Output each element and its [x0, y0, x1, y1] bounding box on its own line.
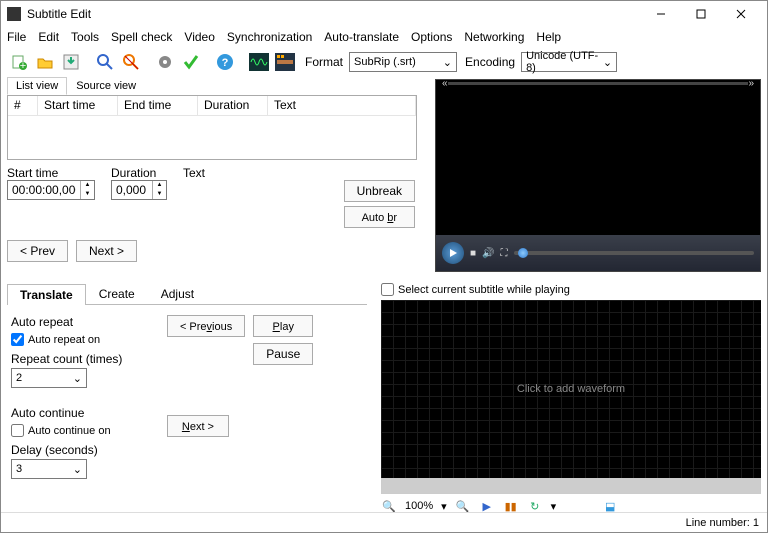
edit-row: Start time ▲▼ Duration ▲▼ Text Unbreak A…	[1, 160, 421, 234]
menu-autotranslate[interactable]: Auto-translate	[324, 30, 399, 44]
volume-icon[interactable]: 🔊	[482, 248, 494, 259]
waveform-placeholder: Click to add waveform	[517, 383, 625, 395]
menu-options[interactable]: Options	[411, 30, 452, 44]
menu-sync[interactable]: Synchronization	[227, 30, 312, 44]
start-time-input[interactable]: ▲▼	[7, 180, 95, 200]
lower-panel: Translate Create Adjust Auto repeat Auto…	[7, 283, 367, 489]
tab-source-view[interactable]: Source view	[67, 77, 145, 95]
titlebar: Subtitle Edit	[1, 1, 767, 27]
menu-edit[interactable]: Edit	[38, 30, 59, 44]
help-icon[interactable]: ?	[213, 50, 237, 74]
check-icon[interactable]	[179, 50, 203, 74]
app-title: Subtitle Edit	[27, 7, 641, 21]
menu-video[interactable]: Video	[184, 30, 214, 44]
encoding-label: Encoding	[465, 55, 515, 69]
video-icon[interactable]	[273, 50, 297, 74]
tab-adjust[interactable]: Adjust	[148, 283, 207, 304]
waveform-area: Select current subtitle while playing Cl…	[381, 283, 761, 518]
maximize-button[interactable]	[681, 1, 721, 27]
menu-spellcheck[interactable]: Spell check	[111, 30, 172, 44]
start-time-field[interactable]	[8, 181, 80, 199]
autobr-button[interactable]: Auto br	[344, 206, 415, 228]
video-player[interactable]: «» ■ 🔊 ⛶	[435, 79, 761, 272]
tab-create[interactable]: Create	[86, 283, 148, 304]
col-end[interactable]: End time	[118, 96, 198, 115]
waveform-icon[interactable]	[247, 50, 271, 74]
seek-bar[interactable]	[514, 251, 755, 255]
duration-label: Duration	[111, 166, 167, 180]
line-number: Line number: 1	[686, 517, 759, 529]
format-combo[interactable]: SubRip (.srt) ⌄	[349, 52, 457, 72]
duration-input[interactable]: ▲▼	[111, 180, 167, 200]
auto-repeat-heading: Auto repeat	[11, 315, 147, 329]
subtitle-list[interactable]: # Start time End time Duration Text	[7, 95, 417, 160]
prev-button[interactable]: < Prev	[7, 240, 68, 262]
menu-networking[interactable]: Networking	[464, 30, 524, 44]
next-button[interactable]: Next >	[76, 240, 137, 262]
minimize-button[interactable]	[641, 1, 681, 27]
list-header: # Start time End time Duration Text	[8, 96, 416, 116]
encoding-value: Unicode (UTF-8)	[526, 50, 603, 74]
translate-play-button[interactable]: Play	[253, 315, 313, 337]
close-button[interactable]	[721, 1, 761, 27]
translate-next-button[interactable]: Next >	[167, 415, 229, 437]
stop-icon[interactable]: ■	[470, 248, 476, 259]
find-icon[interactable]	[93, 50, 117, 74]
video-controls: ■ 🔊 ⛶	[436, 235, 760, 271]
open-file-icon[interactable]	[33, 50, 57, 74]
chevron-down-icon: ⌄	[603, 56, 612, 69]
svg-text:?: ?	[222, 57, 229, 69]
tab-translate[interactable]: Translate	[7, 284, 86, 305]
save-icon[interactable]	[59, 50, 83, 74]
waveform-scrollbar[interactable]	[381, 478, 761, 494]
zoom-value: 100%	[405, 500, 433, 512]
menubar: File Edit Tools Spell check Video Synchr…	[1, 27, 767, 47]
auto-continue-checkbox[interactable]: Auto continue on	[11, 424, 147, 437]
menu-help[interactable]: Help	[536, 30, 561, 44]
auto-repeat-checkbox[interactable]: Auto repeat on	[11, 333, 147, 346]
select-current-checkbox[interactable]: Select current subtitle while playing	[381, 283, 761, 296]
delay-combo[interactable]: 3⌄	[11, 459, 87, 479]
replace-icon[interactable]	[119, 50, 143, 74]
col-num[interactable]: #	[8, 96, 38, 115]
fullscreen-icon[interactable]: ⛶	[501, 248, 508, 259]
settings-icon[interactable]	[153, 50, 177, 74]
col-text[interactable]: Text	[268, 96, 416, 115]
translate-prev-button[interactable]: < Previous	[167, 315, 245, 337]
format-label: Format	[305, 55, 343, 69]
toolbar: + ? Format SubRip (.srt) ⌄ Encoding Unic…	[1, 47, 767, 77]
new-file-icon[interactable]: +	[7, 50, 31, 74]
delay-label: Delay (seconds)	[11, 443, 147, 457]
encoding-combo[interactable]: Unicode (UTF-8) ⌄	[521, 52, 617, 72]
unbreak-button[interactable]: Unbreak	[344, 180, 415, 202]
waveform[interactable]: Click to add waveform	[381, 300, 761, 478]
col-duration[interactable]: Duration	[198, 96, 268, 115]
duration-field[interactable]	[112, 181, 152, 199]
svg-text:+: +	[20, 60, 26, 71]
tab-list-view[interactable]: List view	[7, 77, 67, 95]
auto-continue-heading: Auto continue	[11, 406, 147, 420]
play-icon[interactable]	[442, 242, 464, 264]
translate-pause-button[interactable]: Pause	[253, 343, 313, 365]
start-time-label: Start time	[7, 166, 95, 180]
status-bar: Line number: 1	[1, 512, 767, 532]
repeat-count-combo[interactable]: 2⌄	[11, 368, 87, 388]
app-icon	[7, 7, 21, 21]
format-value: SubRip (.srt)	[354, 56, 416, 68]
repeat-count-label: Repeat count (times)	[11, 352, 147, 366]
col-start[interactable]: Start time	[38, 96, 118, 115]
text-label: Text	[183, 166, 328, 180]
menu-file[interactable]: File	[7, 30, 26, 44]
chevron-down-icon: ⌄	[443, 56, 452, 69]
menu-tools[interactable]: Tools	[71, 30, 99, 44]
